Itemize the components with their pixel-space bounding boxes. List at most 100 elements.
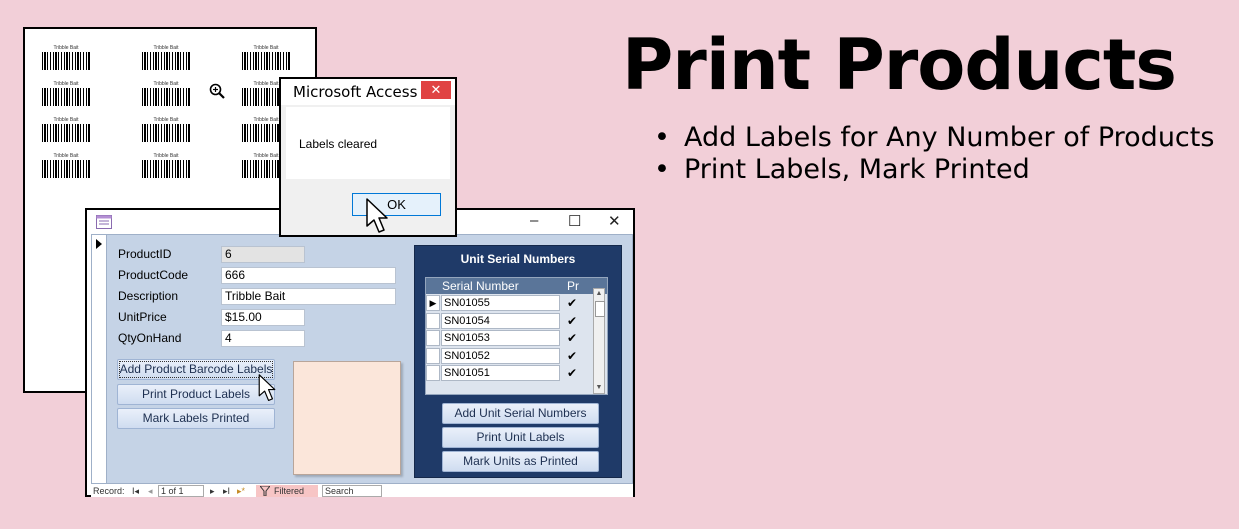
- row-selector[interactable]: [426, 312, 440, 329]
- product-code-field[interactable]: 666: [221, 267, 396, 284]
- add-unit-serial-numbers-button[interactable]: Add Unit Serial Numbers: [442, 403, 599, 424]
- barcode-label: Tribble Bait: [141, 45, 191, 70]
- printed-checkbox[interactable]: ✔: [566, 367, 578, 379]
- feature-item: • Print Labels, Mark Printed: [652, 154, 1214, 186]
- table-row[interactable]: SN01051 ✔: [426, 365, 590, 382]
- serial-number-cell[interactable]: SN01054: [441, 312, 560, 329]
- barcode-graphic: [142, 124, 190, 142]
- close-button[interactable]: ✕: [608, 212, 621, 230]
- barcode-graphic: [42, 88, 90, 106]
- barcode-label-text: Tribble Bait: [153, 45, 179, 51]
- barcode-label-text: Tribble Bait: [53, 81, 79, 87]
- feature-item: • Add Labels for Any Number of Products: [652, 122, 1214, 154]
- barcode-label-text: Tribble Bait: [153, 153, 179, 159]
- dialog-body: Labels cleared: [286, 107, 450, 179]
- print-unit-labels-button[interactable]: Print Unit Labels: [442, 427, 599, 448]
- qty-on-hand-field[interactable]: 4: [221, 330, 305, 347]
- barcode-label-text: Tribble Bait: [153, 81, 179, 87]
- record-navigation-bar: Record: I◂ ◂ 1 of 1 ▸ ▸I ▸* Filtered Sea…: [91, 485, 633, 497]
- scroll-up-icon[interactable]: ▲: [594, 289, 604, 299]
- barcode-label-text: Tribble Bait: [53, 45, 79, 51]
- barcode-label-text: Tribble Bait: [253, 45, 279, 51]
- record-label: Record:: [93, 486, 125, 496]
- maximize-button[interactable]: ☐: [568, 212, 581, 230]
- feature-text: Add Labels for Any Number of Products: [684, 122, 1215, 153]
- barcode-graphic: [42, 160, 90, 178]
- record-position-input[interactable]: 1 of 1: [158, 485, 204, 497]
- mouse-pointer-icon: [366, 198, 388, 233]
- print-product-labels-button[interactable]: Print Product Labels: [117, 384, 275, 405]
- bullet-dot: •: [654, 122, 670, 153]
- unit-serial-numbers-subform: Unit Serial Numbers Serial Number Pr ▶ SN…: [414, 245, 622, 478]
- barcode-label-text: Tribble Bait: [153, 117, 179, 123]
- minimize-button[interactable]: –: [530, 212, 538, 229]
- unit-price-label: UnitPrice: [118, 310, 167, 324]
- table-row[interactable]: SN01053 ✔: [426, 330, 590, 347]
- barcode-graphic: [142, 88, 190, 106]
- magnifier-plus-icon[interactable]: [209, 83, 225, 99]
- dialog-close-button[interactable]: ✕: [421, 81, 451, 99]
- serial-number-column-header[interactable]: Serial Number: [442, 279, 519, 293]
- row-selector[interactable]: [426, 365, 440, 381]
- barcode-label: Tribble Bait: [141, 153, 191, 178]
- serial-number-cell[interactable]: SN01055: [441, 295, 560, 311]
- first-record-button[interactable]: I◂: [132, 485, 139, 497]
- barcode-label: Tribble Bait: [41, 81, 91, 106]
- search-input[interactable]: Search: [322, 485, 382, 497]
- printed-column-header[interactable]: Pr: [567, 279, 579, 293]
- dialog-titlebar: Microsoft Access ✕: [281, 79, 455, 105]
- row-selector[interactable]: [426, 330, 440, 346]
- qty-on-hand-label: QtyOnHand: [118, 331, 182, 345]
- scroll-down-icon[interactable]: ▼: [594, 383, 604, 393]
- filter-toggle[interactable]: Filtered: [256, 485, 318, 497]
- serial-number-cell[interactable]: SN01053: [441, 330, 560, 346]
- scrollbar-thumb[interactable]: [595, 301, 605, 317]
- printed-checkbox[interactable]: ✔: [566, 350, 578, 362]
- printed-checkbox[interactable]: ✔: [566, 297, 578, 309]
- printed-checkbox[interactable]: ✔: [566, 332, 578, 344]
- barcode-label: Tribble Bait: [41, 153, 91, 178]
- current-record-arrow-icon: [96, 239, 102, 249]
- subform-title: Unit Serial Numbers: [460, 252, 576, 266]
- form-body: ProductID 6 ProductCode 666 Description …: [91, 234, 633, 484]
- mark-labels-printed-button[interactable]: Mark Labels Printed: [117, 408, 275, 429]
- printed-checkbox[interactable]: ✔: [566, 315, 578, 327]
- barcode-graphic: [42, 52, 90, 70]
- row-selector[interactable]: [426, 347, 440, 364]
- barcode-label: Tribble Bait: [41, 117, 91, 142]
- description-field[interactable]: Tribble Bait: [221, 288, 396, 305]
- serial-number-cell[interactable]: SN01052: [441, 347, 560, 364]
- add-product-barcode-labels-button[interactable]: Add Product Barcode Labels: [117, 359, 275, 380]
- grid-header: Serial Number Pr: [426, 278, 607, 294]
- table-row[interactable]: SN01054 ✔: [426, 312, 590, 330]
- dialog-message: Labels cleared: [299, 137, 378, 151]
- feature-list: • Add Labels for Any Number of Products …: [652, 122, 1214, 186]
- unit-price-field[interactable]: $15.00: [221, 309, 305, 326]
- previous-record-button[interactable]: ◂: [148, 485, 153, 497]
- barcode-label: Tribble Bait: [41, 45, 91, 70]
- barcode-graphic: [142, 160, 190, 178]
- new-record-button[interactable]: ▸*: [237, 485, 245, 497]
- barcode-label-text: Tribble Bait: [53, 117, 79, 123]
- table-row[interactable]: SN01052 ✔: [426, 347, 590, 365]
- next-record-button[interactable]: ▸: [210, 485, 215, 497]
- table-row[interactable]: ▶ SN01055 ✔: [426, 295, 590, 312]
- barcode-graphic: [242, 52, 290, 70]
- product-id-label: ProductID: [118, 247, 172, 261]
- barcode-graphic: [42, 124, 90, 142]
- product-id-field[interactable]: 6: [221, 246, 305, 263]
- serial-number-cell[interactable]: SN01051: [441, 365, 560, 381]
- grid-scrollbar[interactable]: ▲ ▼: [593, 288, 605, 394]
- page-title: Print Products: [622, 24, 1177, 106]
- barcode-label-text: Tribble Bait: [53, 153, 79, 159]
- form-icon: [96, 215, 112, 229]
- bullet-dot: •: [654, 154, 670, 185]
- barcode-graphic: [142, 52, 190, 70]
- last-record-button[interactable]: ▸I: [223, 485, 230, 497]
- dialog-title: Microsoft Access: [293, 83, 418, 101]
- row-selector[interactable]: ▶: [426, 295, 440, 311]
- product-code-label: ProductCode: [118, 268, 189, 282]
- record-selector[interactable]: [92, 235, 107, 483]
- product-image-frame: [293, 361, 401, 475]
- mark-units-printed-button[interactable]: Mark Units as Printed: [442, 451, 599, 472]
